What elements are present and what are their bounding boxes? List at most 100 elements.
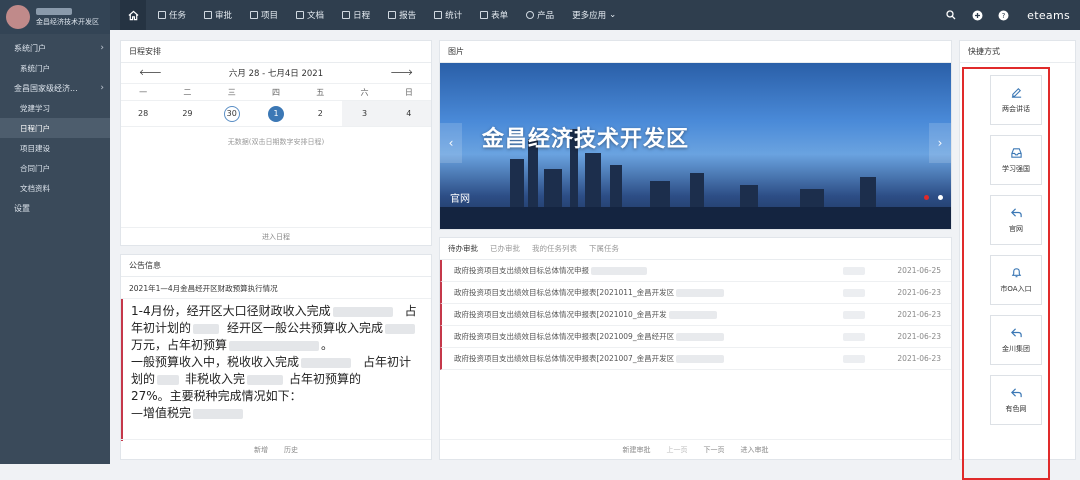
- calendar-day[interactable]: 3: [342, 101, 387, 126]
- calendar-header: 🡐 六月 28 - 七月4日 2021 🡒: [121, 63, 431, 83]
- calendar-day[interactable]: 29: [165, 101, 209, 126]
- document-icon: [296, 11, 305, 19]
- edit-icon: [1011, 87, 1021, 98]
- approval-icon: [204, 11, 213, 19]
- sidebar-item-schedule-portal[interactable]: 日程门户: [0, 118, 110, 138]
- table-row[interactable]: 政府投资项目支出绩效目标总体情况申报表[2021009_金昌经开区 2021-06…: [440, 326, 951, 348]
- redacted: [229, 340, 320, 351]
- quick-link-nonferrous-net[interactable]: 有色网: [990, 375, 1042, 425]
- enter-schedule-link[interactable]: 进入日程: [121, 227, 431, 245]
- avatar[interactable]: [6, 5, 30, 29]
- calendar-icon: [342, 11, 351, 19]
- table-row[interactable]: 政府投资项目支出绩效目标总体情况申报表[2021010_金昌开发 2021-06-…: [440, 304, 951, 326]
- nav-product[interactable]: 产品: [520, 0, 560, 30]
- calendar-day[interactable]: 2: [298, 101, 342, 126]
- brand-logo[interactable]: eteams: [1027, 9, 1070, 22]
- nav-task[interactable]: 任务: [152, 0, 192, 30]
- redacted: [591, 266, 647, 275]
- sidebar-item-system-portal[interactable]: 系统门户 ›: [0, 38, 110, 58]
- quick-link-city-oa[interactable]: 市OA入口: [990, 255, 1042, 305]
- svg-text:?: ?: [1001, 12, 1005, 20]
- search-button[interactable]: [941, 10, 961, 20]
- panel-title: 快捷方式: [960, 41, 1075, 63]
- sidebar-item-project-construction[interactable]: 项目建设: [0, 138, 110, 158]
- carousel-prev-button[interactable]: ‹: [440, 123, 462, 163]
- redacted: [676, 332, 725, 341]
- redacted: [157, 374, 180, 385]
- sidebar-item-party-study[interactable]: 党建学习: [0, 98, 110, 118]
- tab-pending[interactable]: 待办审批: [448, 243, 478, 254]
- approval-footer: 新建审批 上一页 下一页 进入审批: [440, 439, 951, 459]
- table-icon: [480, 11, 489, 19]
- table-row[interactable]: 政府投资项目支出绩效目标总体情况申报表[2021011_金昌开发区 2021-06…: [440, 282, 951, 304]
- calendar-day-today[interactable]: 1: [254, 101, 298, 126]
- notice-add-link[interactable]: 新增: [254, 445, 268, 455]
- tab-done[interactable]: 已办审批: [490, 243, 520, 254]
- panel-title: 公告信息: [121, 255, 431, 277]
- next-week-button[interactable]: 🡒: [390, 68, 413, 78]
- redacted: [247, 374, 284, 385]
- nav-approval[interactable]: 审批: [198, 0, 238, 30]
- quick-link-website[interactable]: 官网: [990, 195, 1042, 245]
- prev-week-button[interactable]: 🡐: [139, 68, 162, 78]
- nav-form[interactable]: 表单: [474, 0, 514, 30]
- calendar-day[interactable]: 28: [121, 101, 165, 126]
- sidebar-item-documents[interactable]: 文档资料: [0, 178, 110, 198]
- weekday-label: 三: [227, 88, 236, 97]
- chart-icon: [434, 11, 443, 19]
- next-page-link[interactable]: 下一页: [704, 445, 725, 455]
- chevron-right-icon: ›: [100, 43, 104, 53]
- banner-caption: 官网: [450, 194, 470, 205]
- banner-carousel[interactable]: ‹ › 金昌经济技术开发区 官网: [440, 63, 951, 229]
- notice-headline[interactable]: 2021年1—4月金昌经开区财政预算执行情况: [121, 277, 431, 299]
- top-navigation: 任务 审批 项目 文档 日程 报告 统计 表单 产品 更多应用 ⌄ ? eteam…: [110, 0, 1080, 30]
- help-button[interactable]: ?: [993, 10, 1013, 21]
- notice-panel: 公告信息 2021年1—4月金昌经开区财政预算执行情况 1-4月份，经开区大口径…: [120, 254, 432, 460]
- sidebar-item-contract-portal[interactable]: 合同门户: [0, 158, 110, 178]
- list-icon: [158, 11, 166, 19]
- redacted: [843, 266, 865, 275]
- nav-project[interactable]: 项目: [244, 0, 284, 30]
- tab-my-tasks[interactable]: 我的任务列表: [532, 243, 577, 254]
- notice-history-link[interactable]: 历史: [284, 445, 298, 455]
- add-button[interactable]: [967, 10, 987, 21]
- calendar-day[interactable]: 30: [210, 101, 254, 126]
- sidebar-item-system-portal-sub[interactable]: 系统门户: [0, 58, 110, 78]
- carousel-dot[interactable]: [938, 195, 943, 200]
- sidebar-header: 金昌经济技术开发区: [0, 0, 110, 34]
- sidebar-item-settings[interactable]: 设置: [0, 198, 110, 218]
- chevron-down-icon: ⌄: [609, 10, 617, 20]
- table-row[interactable]: 政府投资项目支出绩效目标总体情况申报 2021-06-25: [440, 260, 951, 282]
- carousel-dot-active[interactable]: [924, 195, 929, 200]
- carousel-next-button[interactable]: ›: [929, 123, 951, 163]
- nav-schedule[interactable]: 日程: [336, 0, 376, 30]
- weekday-label: 六: [360, 88, 369, 97]
- quick-link-study[interactable]: 学习强国: [990, 135, 1042, 185]
- home-button[interactable]: [120, 0, 146, 30]
- quick-link-jinchuan-group[interactable]: 金川集团: [990, 315, 1042, 365]
- nav-report[interactable]: 报告: [382, 0, 422, 30]
- plus-circle-icon: [972, 10, 983, 20]
- table-row[interactable]: 政府投资项目支出绩效目标总体情况申报表[2021007_金昌开发区 2021-06…: [440, 348, 951, 370]
- calendar-day[interactable]: 4: [386, 101, 431, 126]
- search-icon: [946, 10, 956, 20]
- sidebar-item-jinchang-zone[interactable]: 金昌国家级经济... ›: [0, 78, 110, 98]
- redacted: [301, 357, 352, 368]
- nav-more-apps[interactable]: 更多应用 ⌄: [566, 0, 622, 30]
- panel-title: 图片: [440, 41, 951, 63]
- prev-page-link[interactable]: 上一页: [667, 445, 688, 455]
- enter-approval-link[interactable]: 进入审批: [741, 445, 769, 455]
- inbox-icon: [1010, 148, 1022, 158]
- approval-panel: 待办审批 已办审批 我的任务列表 下属任务 政府投资项目支出绩效目标总体情况申报…: [439, 237, 952, 460]
- nav-statistics[interactable]: 统计: [428, 0, 468, 30]
- redacted: [193, 323, 220, 334]
- nav-document[interactable]: 文档: [290, 0, 330, 30]
- redacted: [843, 310, 865, 319]
- reply-arrow-icon: [1010, 328, 1022, 338]
- home-icon: [128, 10, 138, 20]
- weekday-row: 一 二 三 四 五 六 日: [121, 83, 431, 101]
- new-approval-link[interactable]: 新建审批: [623, 445, 651, 455]
- tab-subordinate-tasks[interactable]: 下属任务: [589, 243, 619, 254]
- date-range: 六月 28 - 七月4日 2021: [228, 69, 324, 79]
- quick-link-speech[interactable]: 两会讲话: [990, 75, 1042, 125]
